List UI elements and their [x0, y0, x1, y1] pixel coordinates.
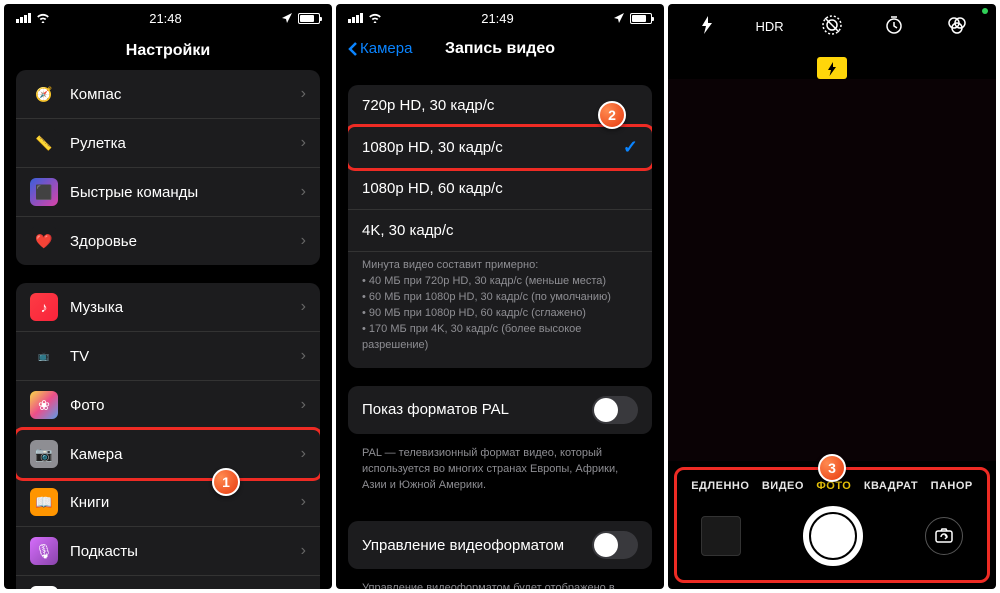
toggle-vidformat[interactable]: [592, 531, 638, 559]
toggle-pal[interactable]: [592, 396, 638, 424]
chevron-icon: ›: [301, 347, 306, 365]
option-720p[interactable]: 720p HD, 30 кадр/с 2: [348, 85, 652, 127]
step-badge-3: 3: [818, 454, 846, 482]
mode-pano[interactable]: ПАНОР: [931, 480, 973, 492]
compass-icon: 🧭: [30, 80, 58, 108]
row-books[interactable]: 📖Книги›: [16, 478, 320, 527]
pal-group: Показ форматов PAL: [348, 386, 652, 434]
chevron-icon: ›: [301, 183, 306, 201]
gamecenter-icon: 🎮: [30, 586, 58, 589]
mode-video[interactable]: ВИДЕО: [762, 480, 804, 492]
footer-sizes: Минута видео составит примерно: • 40 МБ …: [348, 252, 652, 368]
chevron-icon: ›: [301, 445, 306, 463]
photo-icon: ❀: [30, 391, 58, 419]
hdr-button[interactable]: HDR: [738, 19, 800, 34]
checkmark-icon: ✓: [623, 137, 638, 158]
shortcuts-icon: ⬛: [30, 178, 58, 206]
ruler-icon: 📏: [30, 129, 58, 157]
battery-icon: [630, 13, 652, 24]
option-1080p-30[interactable]: 1080p HD, 30 кадр/с✓: [348, 124, 652, 171]
camera-active-indicator: [982, 8, 988, 14]
footer-pal: PAL — телевизионный формат видео, которы…: [348, 440, 652, 508]
vidformat-group: Управление видеоформатом: [348, 521, 652, 569]
row-health[interactable]: ❤️Здоровье›: [16, 217, 320, 265]
chevron-icon: ›: [301, 298, 306, 316]
timer-button[interactable]: [863, 15, 925, 38]
option-4k[interactable]: 4K, 30 кадр/с: [348, 210, 652, 252]
statusbar: 21:48: [4, 4, 332, 32]
footer-vidformat: Управление видеоформатом будет отображен…: [348, 575, 652, 589]
row-photo[interactable]: ❀Фото›: [16, 381, 320, 430]
page-title: Запись видео: [445, 40, 555, 58]
flash-badge: [817, 57, 847, 79]
statusbar: 21:49: [336, 4, 664, 32]
chevron-icon: ›: [301, 396, 306, 414]
video-res-group: 720p HD, 30 кадр/с 2 1080p HD, 30 кадр/с…: [348, 85, 652, 368]
health-icon: ❤️: [30, 227, 58, 255]
live-photo-button[interactable]: [801, 14, 863, 39]
chevron-icon: ›: [301, 232, 306, 250]
chevron-icon: ›: [301, 85, 306, 103]
navbar: Камера Запись видео: [336, 32, 664, 65]
row-compass[interactable]: 🧭Компас›: [16, 70, 320, 119]
last-photo-thumbnail[interactable]: [701, 516, 741, 556]
mode-slowmo[interactable]: ЕДЛЕННО: [691, 480, 749, 492]
row-tv[interactable]: 📺TV›: [16, 332, 320, 381]
battery-icon: [298, 13, 320, 24]
location-icon: [281, 12, 293, 24]
signal-icon: [16, 13, 31, 23]
flash-button[interactable]: [676, 16, 738, 37]
row-podcasts[interactable]: 🎙Подкасты›: [16, 527, 320, 576]
chevron-icon: ›: [301, 493, 306, 511]
settings-group-1: 🧭Компас› 📏Рулетка› ⬛Быстрые команды› ❤️З…: [16, 70, 320, 265]
podcasts-icon: 🎙: [30, 537, 58, 565]
camera-screen: HDR 3 ЕДЛЕННО ВИДЕО ФОТО КВАДРАТ ПАНОР: [668, 4, 996, 589]
step-badge-1: 1: [212, 468, 240, 496]
row-shortcuts[interactable]: ⬛Быстрые команды›: [16, 168, 320, 217]
wifi-icon: [368, 13, 382, 23]
signal-icon: [348, 13, 363, 23]
location-icon: [613, 12, 625, 24]
viewfinder[interactable]: [668, 79, 996, 461]
option-1080p-60[interactable]: 1080p HD, 60 кадр/с: [348, 168, 652, 210]
filters-button[interactable]: [926, 14, 988, 39]
time: 21:48: [149, 11, 182, 26]
settings-group-2: ♪Музыка› 📺TV› ❀Фото› 📷Камера› 1 📖Книги› …: [16, 283, 320, 589]
step-badge-2: 2: [598, 101, 626, 129]
back-button[interactable]: Камера: [348, 40, 412, 57]
mode-square[interactable]: КВАДРАТ: [864, 480, 918, 492]
page-title: Настройки: [4, 32, 332, 70]
switch-camera-button[interactable]: [925, 517, 963, 555]
row-ruler[interactable]: 📏Рулетка›: [16, 119, 320, 168]
chevron-icon: ›: [301, 542, 306, 560]
tv-icon: 📺: [30, 342, 58, 370]
camera-controls-region: 3 ЕДЛЕННО ВИДЕО ФОТО КВАДРАТ ПАНОР: [674, 467, 990, 583]
chevron-icon: ›: [301, 134, 306, 152]
camera-icon: 📷: [30, 440, 58, 468]
time: 21:49: [481, 11, 514, 26]
row-camera[interactable]: 📷Камера› 1: [16, 427, 320, 481]
row-pal[interactable]: Показ форматов PAL: [348, 386, 652, 434]
row-vidformat[interactable]: Управление видеоформатом: [348, 521, 652, 569]
music-icon: ♪: [30, 293, 58, 321]
shutter-button[interactable]: [803, 506, 863, 566]
wifi-icon: [36, 13, 50, 23]
books-icon: 📖: [30, 488, 58, 516]
video-settings-screen: 21:49 Камера Запись видео 720p HD, 30 ка…: [336, 4, 664, 589]
row-music[interactable]: ♪Музыка›: [16, 283, 320, 332]
row-gamecenter[interactable]: 🎮Game Center›: [16, 576, 320, 589]
camera-topbar: HDR: [668, 4, 996, 49]
settings-screen: 21:48 Настройки 🧭Компас› 📏Рулетка› ⬛Быст…: [4, 4, 332, 589]
